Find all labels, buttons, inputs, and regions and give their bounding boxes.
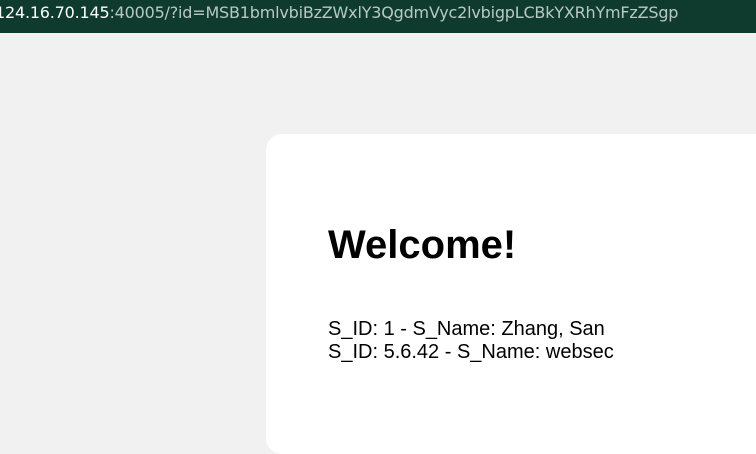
- url-path-query: :40005/?id=MSB1bmlvbiBzZWxlY3QgdmVyc2lvb…: [109, 2, 679, 22]
- url-text[interactable]: 124.16.70.145:40005/?id=MSB1bmlvbiBzZWxl…: [0, 3, 678, 23]
- result-row-2: S_ID: 5.6.42 - S_Name: websec: [328, 341, 614, 363]
- page-content: Welcome! S_ID: 1 - S_Name: Zhang, San S_…: [0, 33, 756, 454]
- address-bar[interactable]: 124.16.70.145:40005/?id=MSB1bmlvbiBzZWxl…: [0, 0, 756, 33]
- result-list: S_ID: 1 - S_Name: Zhang, San S_ID: 5.6.4…: [328, 318, 614, 364]
- welcome-card: Welcome! S_ID: 1 - S_Name: Zhang, San S_…: [266, 134, 756, 454]
- page-title: Welcome!: [328, 223, 517, 267]
- url-host: 124.16.70.145: [0, 2, 110, 22]
- result-row-1: S_ID: 1 - S_Name: Zhang, San: [328, 318, 605, 340]
